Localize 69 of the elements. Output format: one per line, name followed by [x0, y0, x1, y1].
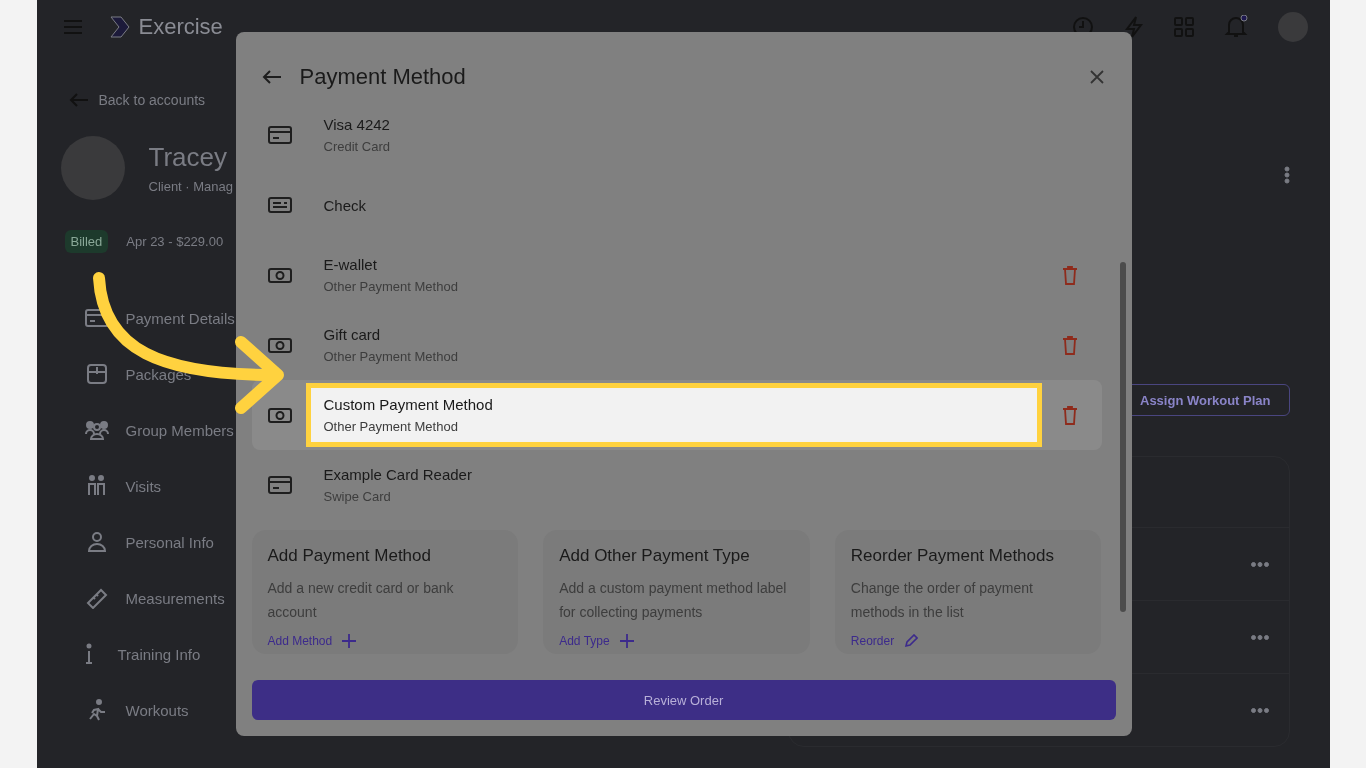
sidebar-item[interactable]: Payment Details [125, 309, 235, 327]
scrollbar-thumb[interactable] [1119, 262, 1126, 612]
card-description: Add a new credit card or bank account [267, 579, 455, 622]
payment-method-type: Credit Card [323, 139, 391, 154]
payment-method-name: Example Card Reader [323, 466, 473, 483]
check-card-icon [267, 195, 292, 215]
payment-method-name: Custom Payment Method [323, 396, 494, 413]
package-icon [84, 363, 109, 385]
payment-method-type: Other Payment Method [323, 349, 459, 364]
card-action-link[interactable]: Reorder [850, 634, 1086, 648]
close-icon[interactable] [1089, 70, 1104, 84]
notification-bell-icon[interactable] [1223, 15, 1248, 39]
ellipsis-icon[interactable] [1250, 634, 1269, 640]
ruler-icon [84, 587, 109, 609]
payment-method-name: Visa 4242 [323, 116, 391, 133]
status-badge: Billed [64, 230, 109, 253]
info-icon [84, 643, 93, 665]
sidebar-item[interactable]: Workouts [125, 701, 189, 719]
payment-method-row[interactable]: E-wallet Other Payment Method [251, 240, 1102, 310]
card-title: Reorder Payment Methods [850, 546, 1055, 566]
delete-icon[interactable] [1061, 405, 1078, 425]
payment-method-row[interactable]: Example Card Reader Swipe Card [251, 450, 1102, 520]
sidebar-item[interactable]: Visits [125, 477, 162, 495]
card-title: Add Payment Method [267, 546, 432, 566]
logo-icon [108, 15, 131, 39]
payment-method-type: Swipe Card [323, 489, 392, 504]
card-description: Add a custom payment method label for collecting payments [559, 579, 788, 622]
card-description: Change the order of payment methods in the list [850, 579, 1034, 622]
group-icon [84, 419, 109, 441]
cash-icon [267, 335, 292, 355]
credit-card-icon [267, 125, 292, 145]
payment-method-name: E-wallet [323, 256, 378, 273]
card-action-link[interactable]: Add Type [559, 634, 794, 648]
delete-icon[interactable] [1061, 335, 1078, 355]
more-options-icon[interactable] [1283, 166, 1290, 184]
payment-method-name: Gift card [323, 326, 382, 343]
ellipsis-icon[interactable] [1250, 707, 1269, 713]
credit-card-icon [84, 307, 109, 329]
review-order-button[interactable]: Review Order [251, 680, 1116, 720]
cash-icon [267, 405, 292, 425]
profile-name: Tracey [148, 142, 228, 173]
pencil-icon [904, 634, 919, 648]
payment-method-row[interactable]: Visa 4242 Credit Card [251, 100, 1102, 170]
credit-card-icon [267, 475, 292, 495]
back-link[interactable]: Back to accounts [98, 92, 206, 108]
sidebar-item[interactable]: Measurements [125, 589, 225, 607]
cash-icon [267, 265, 292, 285]
plus-icon [342, 634, 357, 648]
sidebar-item[interactable]: Training Info [117, 645, 201, 663]
payment-method-type: Other Payment Method [323, 279, 459, 294]
lightning-icon[interactable] [1123, 16, 1144, 38]
back-arrow-icon[interactable] [261, 69, 282, 85]
sidebar-item[interactable]: Personal Info [125, 533, 214, 551]
payment-method-row[interactable]: Gift card Other Payment Method [251, 310, 1102, 380]
delete-icon[interactable] [1061, 265, 1078, 285]
payment-method-row[interactable]: Custom Payment Method Other Payment Method [251, 380, 1102, 450]
card-action-link[interactable]: Add Method [267, 634, 503, 648]
plus-icon [619, 634, 634, 648]
billing-text: Apr 23 - $229.00 [125, 233, 225, 251]
card-title: Add Other Payment Type [559, 546, 751, 566]
sidebar-item[interactable]: Group Members [125, 421, 234, 439]
dialog-title: Payment Method [299, 64, 466, 90]
sidebar-item[interactable]: Packages [125, 365, 192, 383]
payment-method-name: Check [323, 196, 368, 214]
profile-subtitle: Client · Manag [148, 179, 234, 194]
app-logo-text: Exercise [138, 14, 223, 40]
ellipsis-icon[interactable] [1250, 561, 1269, 567]
payment-method-type: Other Payment Method [323, 419, 459, 434]
payment-method-row[interactable]: Check [251, 170, 1102, 240]
